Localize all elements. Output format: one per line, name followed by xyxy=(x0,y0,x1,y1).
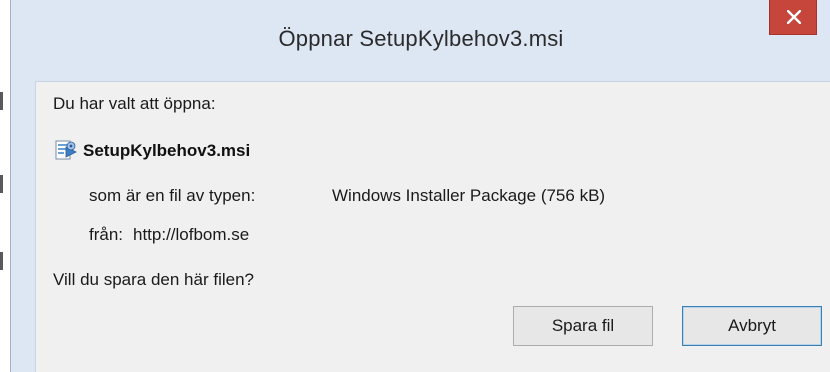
cancel-button[interactable]: Avbryt xyxy=(682,306,822,346)
file-type-label: som är en fil av typen: xyxy=(89,186,256,205)
file-source-label: från: xyxy=(89,225,124,244)
screen: Öppnar SetupKylbehov3.msi Du har valt at… xyxy=(0,0,830,372)
dialog-content: Du har valt att öppna: SetupKylbehov3.ms… xyxy=(35,81,830,372)
msi-installer-icon xyxy=(55,140,77,160)
save-file-button[interactable]: Spara fil xyxy=(513,306,653,346)
background-window-edge xyxy=(0,175,3,193)
file-source-value: http://lofbom.se xyxy=(133,225,250,244)
save-question: Vill du spara den här filen? xyxy=(53,270,254,289)
dialog-title: Öppnar SetupKylbehov3.msi xyxy=(278,26,564,51)
dialog-titlebar[interactable]: Öppnar SetupKylbehov3.msi xyxy=(11,0,830,81)
open-file-dialog: Öppnar SetupKylbehov3.msi Du har valt at… xyxy=(10,0,830,372)
file-name: SetupKylbehov3.msi xyxy=(83,141,251,160)
close-button[interactable] xyxy=(769,0,817,35)
intro-text: Du har valt att öppna: xyxy=(53,94,216,113)
background-window-edge xyxy=(0,92,3,110)
close-icon xyxy=(787,10,801,24)
background-window-edge xyxy=(0,252,3,270)
file-type-value: Windows Installer Package (756 kB) xyxy=(332,186,606,205)
